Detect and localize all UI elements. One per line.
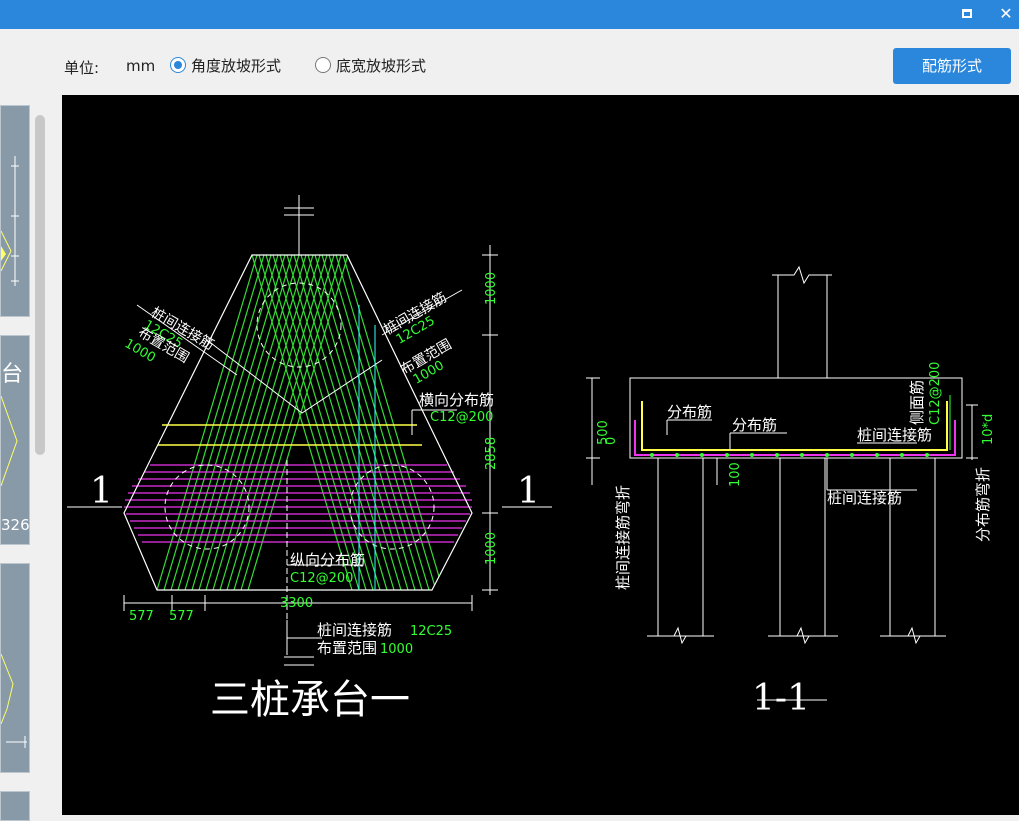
section-dist-bend: 分布筋弯折 — [974, 467, 992, 542]
toolbar: 单位: mm 角度放坡形式 底宽放坡形式 配筋形式 — [0, 29, 1019, 95]
section-pile-conn: 桩间连接筋 — [857, 426, 932, 444]
pile-cap-plan — [67, 195, 552, 666]
plan-labels: 1 1 桩间连接筋 12C25 布置范围 1000 桩间连接筋 12C25 布置… — [90, 272, 540, 723]
cad-drawing: 1 1 桩间连接筋 12C25 布置范围 1000 桩间连接筋 12C25 布置… — [67, 195, 996, 723]
bottom-range-label: 布置范围 — [317, 639, 377, 657]
section-labels: 分布筋 分布筋 桩间连接筋 桩间连接筋 侧面筋 C12@200 500 0 10… — [596, 362, 996, 719]
section-pile-conn-bottom: 桩间连接筋 — [827, 489, 902, 507]
dim-middle: 2858 — [484, 437, 499, 470]
dim-width: 3300 — [280, 596, 313, 611]
longitudinal-dist-label: 纵向分布筋 — [290, 551, 365, 569]
bottom-pile-conn-label: 桩间连接筋 — [317, 621, 392, 639]
section-mark-left: 1 — [90, 471, 113, 512]
thumbnail-drawing — [1, 156, 19, 286]
dim-left2: 577 — [169, 609, 194, 624]
transverse-dist-label: 横向分布筋 — [419, 391, 494, 409]
plan-title: 三桩承台一 — [210, 677, 410, 723]
transverse-dist-spec: C12@200 — [430, 410, 493, 425]
thumbnail-item[interactable] — [0, 105, 30, 317]
width-slope-radio[interactable]: 底宽放坡形式 — [315, 55, 426, 75]
dim-top: 1000 — [484, 272, 499, 305]
thumbnail-item[interactable]: 台 326 — [0, 335, 30, 545]
unit-label: 单位: — [64, 59, 100, 77]
title-bar: ✕ — [0, 0, 1019, 29]
bottom-range-val: 1000 — [380, 642, 413, 657]
section-side-bar: 侧面筋 — [908, 380, 926, 425]
maximize-button[interactable] — [956, 4, 978, 24]
section-title: 1-1 — [752, 678, 810, 719]
pile-cap-section — [586, 265, 978, 701]
thumbnail-drawing — [1, 653, 27, 748]
thumbnail-panel: 台 326 — [0, 95, 60, 821]
angle-slope-label: 角度放坡形式 — [191, 56, 282, 75]
bottom-pile-conn-spec: 12C25 — [410, 624, 452, 639]
dim-bottom: 1000 — [484, 532, 499, 565]
section-pile-bend: 桩间连接筋弯折 — [614, 485, 632, 590]
section-mark-right: 1 — [517, 471, 540, 512]
section-hundred: 100 — [728, 462, 743, 487]
drawing-canvas[interactable]: 1 1 桩间连接筋 12C25 布置范围 1000 桩间连接筋 12C25 布置… — [62, 95, 1019, 815]
section-bend-len: 10*d — [981, 414, 996, 445]
thumbnail-item[interactable] — [0, 791, 30, 821]
close-icon: ✕ — [999, 4, 1013, 23]
maximize-icon — [962, 9, 972, 18]
radio-unchecked-icon — [315, 57, 331, 73]
thumbnail-scrollbar[interactable] — [35, 115, 45, 455]
section-side-spec: C12@200 — [928, 362, 943, 425]
section-dist1: 分布筋 — [667, 403, 712, 421]
section-dist2: 分布筋 — [732, 416, 777, 434]
rebar-form-button[interactable]: 配筋形式 — [893, 48, 1011, 84]
unit-value: mm — [126, 57, 156, 75]
close-button[interactable]: ✕ — [995, 4, 1017, 24]
section-zero: 0 — [604, 437, 619, 445]
width-slope-label: 底宽放坡形式 — [336, 56, 427, 75]
thumbnail-sublabel: 326 — [1, 516, 30, 534]
thumbnail-label: 台 — [1, 362, 24, 387]
angle-slope-radio[interactable]: 角度放坡形式 — [170, 55, 281, 75]
thumbnail-item[interactable] — [0, 563, 30, 773]
radio-checked-icon — [170, 57, 186, 73]
longitudinal-dist-spec: C12@200 — [290, 571, 353, 586]
dim-left1: 577 — [129, 609, 154, 624]
